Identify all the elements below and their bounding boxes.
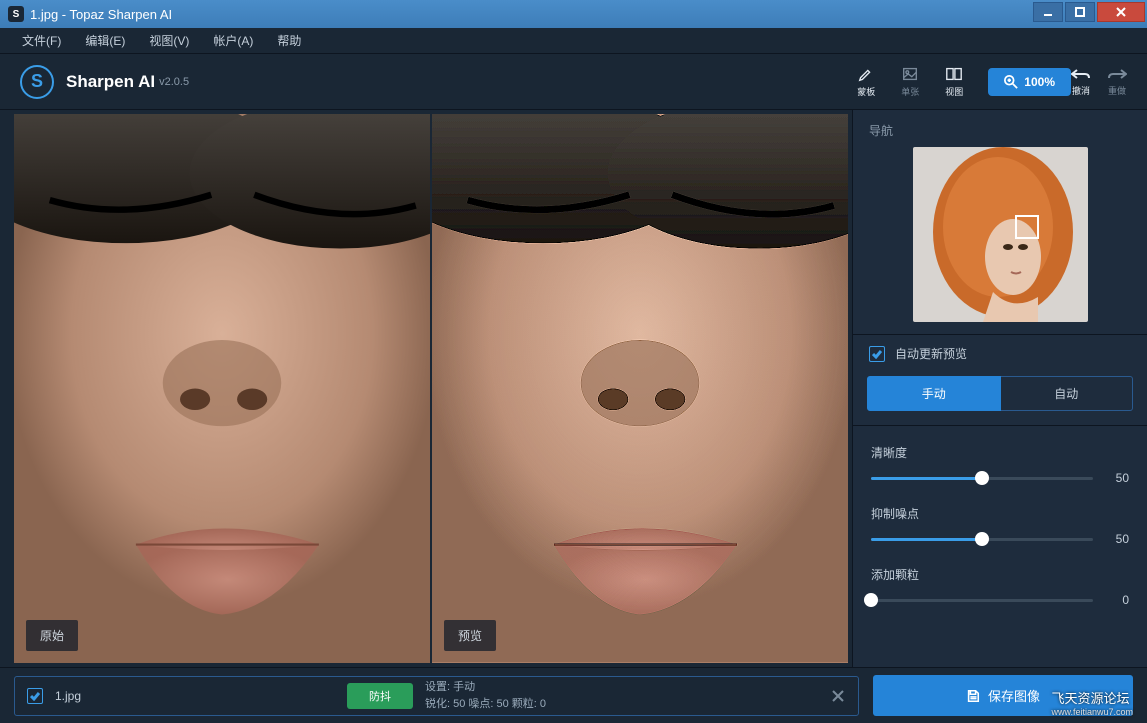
original-label: 原始 xyxy=(26,620,78,651)
zoom-button[interactable]: 100% xyxy=(988,68,1071,96)
undo-icon xyxy=(1071,66,1091,82)
auto-update-checkbox[interactable] xyxy=(869,346,885,362)
maximize-button[interactable] xyxy=(1065,2,1095,22)
sharpness-slider[interactable] xyxy=(871,477,1093,480)
app-icon: S xyxy=(8,6,24,22)
brush-icon xyxy=(857,65,875,83)
zoom-icon xyxy=(1004,75,1018,89)
file-row[interactable]: 1.jpg 防抖 设置: 手动 锐化: 50 噪点: 50 颗粒: 0 xyxy=(14,676,859,716)
grain-value: 0 xyxy=(1107,593,1129,607)
result-pane: 预览 xyxy=(432,114,848,663)
redo-icon xyxy=(1107,66,1127,82)
menu-file[interactable]: 文件(F) xyxy=(10,32,73,49)
app-name: Sharpen AI xyxy=(66,72,155,92)
toolbar: S Sharpen AI v2.0.5 蒙板 单张 视图 100% 撤消 重做 xyxy=(0,54,1147,110)
menu-account[interactable]: 帐户(A) xyxy=(201,32,265,49)
grain-label: 添加颗粒 xyxy=(871,566,1129,583)
sharpen-logo-icon: S xyxy=(20,65,54,99)
single-view-button[interactable]: 单张 xyxy=(888,62,932,102)
check-icon xyxy=(30,691,40,701)
menu-view[interactable]: 视图(V) xyxy=(137,32,201,49)
sharpness-value: 50 xyxy=(1107,471,1129,485)
window-titlebar: S 1.jpg - Topaz Sharpen AI xyxy=(0,0,1147,28)
noise-slider[interactable] xyxy=(871,538,1093,541)
menu-help[interactable]: 帮助 xyxy=(265,32,313,49)
mode-manual-tab[interactable]: 手动 xyxy=(867,376,1001,411)
menu-edit[interactable]: 编辑(E) xyxy=(73,32,137,49)
close-button[interactable] xyxy=(1097,2,1145,22)
sharpness-label: 清晰度 xyxy=(871,444,1129,461)
result-label: 预览 xyxy=(444,620,496,651)
settings-sidebar: 导航 自动更新预览 手动 xyxy=(852,110,1147,667)
split-view-icon xyxy=(945,65,963,83)
window-title: 1.jpg - Topaz Sharpen AI xyxy=(30,7,1033,22)
mode-auto-tab[interactable]: 自动 xyxy=(1001,376,1134,411)
redo-button[interactable]: 重做 xyxy=(1107,66,1127,97)
file-checkbox[interactable] xyxy=(27,688,43,704)
file-close-button[interactable] xyxy=(830,688,846,704)
check-icon xyxy=(872,349,882,359)
menu-bar: 文件(F) 编辑(E) 视图(V) 帐户(A) 帮助 xyxy=(0,28,1147,54)
navigator-label: 导航 xyxy=(869,122,1131,139)
bottom-bar: 1.jpg 防抖 设置: 手动 锐化: 50 噪点: 50 颗粒: 0 保存图像 xyxy=(0,667,1147,723)
noise-value: 50 xyxy=(1107,532,1129,546)
noise-label: 抑制噪点 xyxy=(871,505,1129,522)
file-settings: 设置: 手动 锐化: 50 噪点: 50 颗粒: 0 xyxy=(425,679,818,712)
original-pane: 原始 xyxy=(14,114,430,663)
image-icon xyxy=(901,65,919,83)
navigator-viewport[interactable] xyxy=(1015,215,1039,239)
navigator-thumbnail[interactable] xyxy=(913,147,1088,322)
save-image-button[interactable]: 保存图像 xyxy=(873,675,1133,716)
sliders-panel: 清晰度 50 抑制噪点 50 添加颗粒 xyxy=(853,425,1147,637)
save-icon xyxy=(966,689,980,703)
minimize-button[interactable] xyxy=(1033,2,1063,22)
mode-badge: 防抖 xyxy=(347,683,413,709)
undo-button[interactable]: 撤消 xyxy=(1071,66,1091,97)
mask-tool-button[interactable]: 蒙板 xyxy=(844,62,888,102)
compare-view-button[interactable]: 视图 xyxy=(932,62,976,102)
app-version: v2.0.5 xyxy=(159,76,189,88)
file-name: 1.jpg xyxy=(55,689,335,703)
grain-slider[interactable] xyxy=(871,599,1093,602)
preview-area[interactable]: 原始 xyxy=(0,110,852,667)
auto-update-label: 自动更新预览 xyxy=(895,345,967,362)
